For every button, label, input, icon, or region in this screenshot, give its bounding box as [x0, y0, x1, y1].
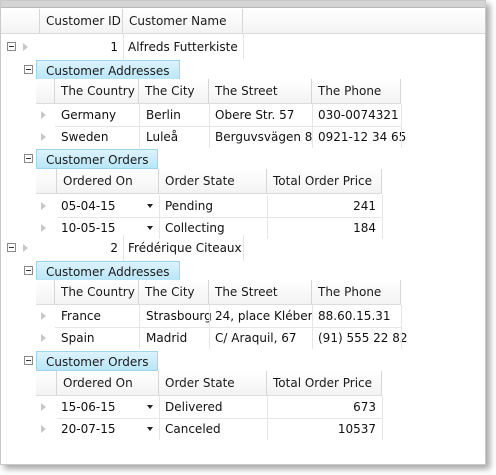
address-phone: 030-0074321: [318, 108, 399, 122]
order-total: 10537: [337, 422, 376, 436]
customer-id: 1: [110, 40, 118, 54]
row-indicator-icon: [41, 202, 46, 210]
chevron-down-icon[interactable]: [147, 405, 153, 409]
chevron-down-icon[interactable]: [147, 427, 153, 431]
row-indicator-icon: [41, 224, 46, 232]
order-state: Collecting: [165, 221, 225, 235]
row-indicator-icon: [41, 334, 46, 342]
indent-header: [36, 371, 57, 395]
collapse-icon[interactable]: [7, 42, 16, 51]
tab-customer-addresses[interactable]: Customer Addresses: [36, 60, 180, 80]
header-street[interactable]: The Street: [209, 79, 312, 103]
indent-header: [36, 169, 57, 193]
address-country: France: [61, 309, 101, 323]
order-date: 05-04-15: [61, 199, 116, 213]
address-city: Luleå: [146, 130, 179, 144]
address-street: C/ Araquil, 67: [215, 331, 297, 345]
row-indicator-icon: [23, 43, 28, 51]
address-city: Berlin: [146, 108, 181, 122]
header-total-price[interactable]: Total Order Price: [267, 169, 382, 193]
header-phone[interactable]: The Phone: [312, 79, 401, 103]
collapse-icon[interactable]: [24, 266, 33, 275]
collapse-icon[interactable]: [24, 154, 33, 163]
header-total-price[interactable]: Total Order Price: [267, 371, 382, 395]
top-scrollbar[interactable]: [1, 1, 485, 8]
header-country[interactable]: The Country: [55, 280, 139, 304]
indent-header: [36, 280, 55, 304]
address-country: Germany: [61, 108, 117, 122]
tab-customer-orders[interactable]: Customer Orders: [36, 351, 159, 371]
row-indicator-icon: [41, 133, 46, 141]
order-date: 20-07-15: [61, 422, 116, 436]
header-phone[interactable]: The Phone: [312, 280, 401, 304]
address-street: Obere Str. 57: [215, 108, 295, 122]
collapse-icon[interactable]: [24, 356, 33, 365]
header-customer-name[interactable]: Customer Name: [123, 9, 243, 33]
address-phone: 0921-12 34 65: [318, 130, 407, 144]
header-order-state[interactable]: Order State: [159, 169, 267, 193]
address-country: Sweden: [61, 130, 109, 144]
orders-header: Ordered On Order State Total Order Price: [36, 371, 382, 396]
collapse-icon[interactable]: [24, 65, 33, 74]
row-indicator-icon: [41, 403, 46, 411]
header-city[interactable]: The City: [139, 79, 209, 103]
customer-name: Frédérique Citeaux: [128, 241, 242, 255]
header-order-state[interactable]: Order State: [159, 371, 267, 395]
tab-customer-orders[interactable]: Customer Orders: [36, 149, 159, 169]
addresses-header: The Country The City The Street The Phon…: [36, 280, 401, 305]
header-street[interactable]: The Street: [209, 280, 312, 304]
customer-name: Alfreds Futterkiste: [128, 40, 238, 54]
order-total: 673: [353, 400, 376, 414]
orders-header: Ordered On Order State Total Order Price: [36, 169, 382, 194]
address-country: Spain: [61, 331, 95, 345]
header-city[interactable]: The City: [139, 280, 209, 304]
address-city: Madrid: [146, 331, 188, 345]
order-date: 10-05-15: [61, 221, 116, 235]
tab-customer-addresses[interactable]: Customer Addresses: [36, 261, 180, 281]
row-indicator-icon: [41, 425, 46, 433]
customer-id: 2: [110, 241, 118, 255]
order-total: 241: [353, 199, 376, 213]
address-city: Strasbourg: [146, 309, 212, 323]
row-indicator-icon: [41, 111, 46, 119]
row-indicator-icon: [23, 244, 28, 252]
header-ordered-on[interactable]: Ordered On: [57, 169, 159, 193]
row-indicator-icon: [41, 312, 46, 320]
address-street: 24, place Kléber: [215, 309, 313, 323]
collapse-icon[interactable]: [7, 243, 16, 252]
header-country[interactable]: The Country: [55, 79, 139, 103]
order-state: Canceled: [165, 422, 221, 436]
chevron-down-icon[interactable]: [147, 204, 153, 208]
header-customer-id[interactable]: Customer ID: [40, 9, 123, 33]
address-phone: (91) 555 22 82: [318, 331, 408, 345]
indent-header: [36, 79, 55, 103]
chevron-down-icon[interactable]: [147, 226, 153, 230]
order-state: Pending: [165, 199, 213, 213]
address-street: Berguvsvägen 8: [215, 130, 313, 144]
order-date: 15-06-15: [61, 400, 116, 414]
order-total: 184: [353, 221, 376, 235]
indent-header: [1, 9, 40, 33]
order-state: Delivered: [165, 400, 223, 414]
grid-header: Customer ID Customer Name: [1, 9, 485, 34]
addresses-header: The Country The City The Street The Phon…: [36, 79, 401, 104]
hierarchical-grid: Customer ID Customer Name 1 Alfreds Futt…: [0, 0, 486, 465]
header-ordered-on[interactable]: Ordered On: [57, 371, 159, 395]
address-phone: 88.60.15.31: [318, 309, 391, 323]
